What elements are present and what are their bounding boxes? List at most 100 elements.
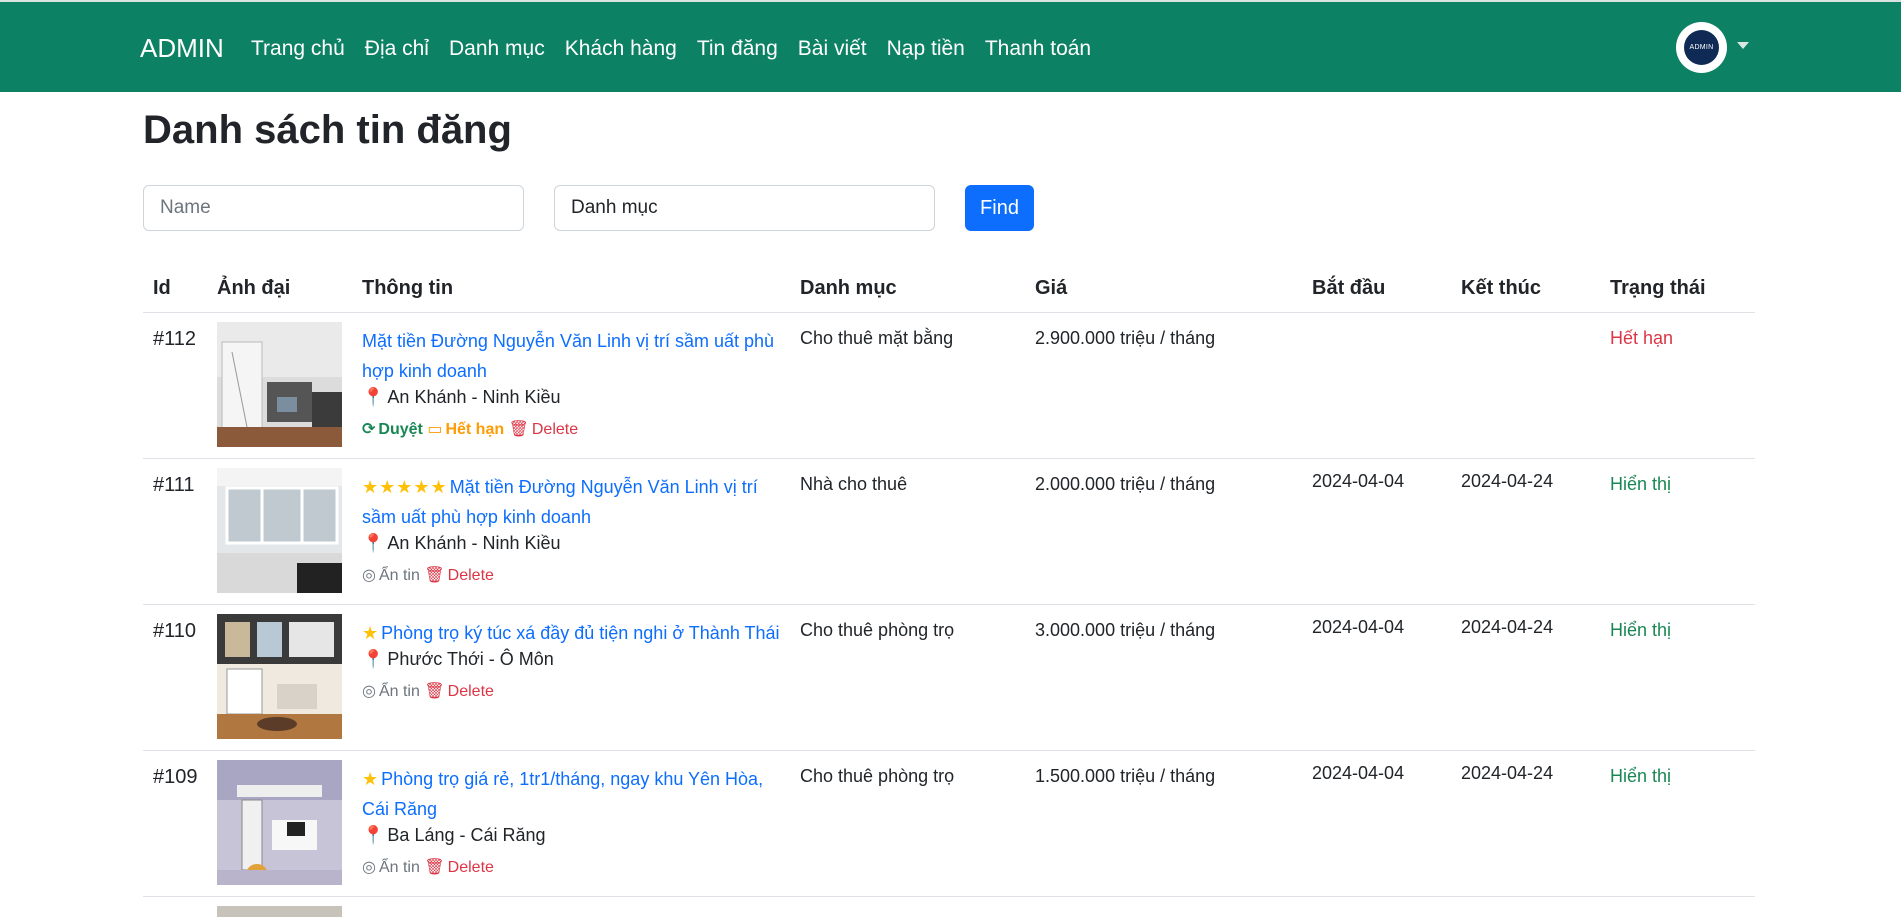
listing-title-link[interactable]: ★ Phòng trọ giá rẻ, 1tr1/tháng, ngay khu … [362,764,792,824]
row-end-date: 2024-04-24 [1461,617,1554,637]
nav-item-trang-chu[interactable]: Trang chủ [251,37,345,61]
col-header-image: Ảnh đại [217,277,291,299]
row-price: 3.000.000 triệu / tháng [1035,620,1216,640]
listing-thumbnail[interactable] [217,468,342,593]
row-id: #111 [153,474,195,496]
status-badge: Hiển thị [1610,474,1672,494]
listing-title-link[interactable]: ★★★★★ Mặt tiền Đường Nguyễn Văn Linh vị t… [362,472,792,532]
table-row: #110 ★ Phòng trọ ký túc xá đầy đủ tiện ng… [143,605,1755,751]
row-price: 1.500.000 triệu / tháng [1035,766,1216,786]
trash-icon: 🗑 [508,421,529,438]
trash-icon: 🗑 [424,859,445,876]
row-end-date: 2024-04-24 [1461,763,1554,783]
eye-slash-icon: ◎ [362,683,376,700]
listing-location: 📍 Ba Láng - Cái Răng [362,825,546,845]
credit-card-icon: ▭ [427,421,443,438]
map-marker-icon: 📍 [362,825,385,845]
listing-title-link[interactable]: ★ Phòng trọ ký túc xá đầy đủ tiện nghi ở … [362,618,792,648]
nav-item-khach-hang[interactable]: Khách hàng [565,37,677,61]
approve-button[interactable]: ⟳ Duyệt [362,421,423,438]
trash-icon: 🗑 [424,683,445,700]
status-badge: Hết hạn [1610,328,1674,348]
delete-button[interactable]: 🗑 Delete [424,859,494,876]
star-rating-icon: ★ [362,769,380,789]
star-rating-icon: ★ [362,623,380,643]
avatar-logo: ADMIN [1684,30,1719,65]
top-navbar: ADMIN Trang chủ Địa chỉ Danh mục Khách h… [0,0,1901,92]
eye-slash-icon: ◎ [362,859,376,876]
nav-item-bai-viet[interactable]: Bài viết [798,37,867,61]
category-input-value: Danh mục [571,197,658,218]
hide-button[interactable]: ◎ Ẩn tin [362,567,420,584]
find-button[interactable]: Find [965,185,1034,231]
row-category: Cho thuê phòng trọ [800,766,955,786]
row-actions: ⟳ Duyệt ▭ Hết hạn 🗑 Delete [362,419,792,439]
listing-location: 📍 An Khánh - Ninh Kiều [362,387,561,407]
name-search-input[interactable] [143,185,524,231]
table-row: #111 ★★★★★ Mặt tiền Đường Nguyễn Văn Linh… [143,459,1755,605]
listing-thumbnail[interactable] [217,322,342,447]
listing-thumbnail[interactable] [217,614,342,739]
eye-slash-icon: ◎ [362,567,376,584]
chevron-down-icon[interactable] [1737,42,1749,49]
delete-button[interactable]: 🗑 Delete [424,567,494,584]
col-header-id: Id [153,277,171,299]
delete-button[interactable]: 🗑 Delete [509,421,579,438]
row-start-date: 2024-04-04 [1312,763,1405,783]
col-header-end: Kết thúc [1461,277,1541,299]
col-header-start: Bắt đầu [1312,277,1386,299]
expire-button[interactable]: ▭ Hết hạn [427,421,504,438]
row-id: #112 [153,328,197,350]
star-rating-icon: ★★★★★ [362,477,448,497]
col-header-category: Danh mục [800,277,897,299]
table-row: #112 Mặt tiền Đường Nguyễn Văn Linh vị t… [143,313,1755,459]
row-price: 2.000.000 triệu / tháng [1035,474,1216,494]
row-end-date: 2024-04-24 [1461,471,1554,491]
listings-table: Id Ảnh đại Thông tin Danh mục Giá Bắt đầ… [143,268,1755,917]
row-actions: ◎ Ẩn tin 🗑 Delete [362,681,792,701]
user-avatar[interactable]: ADMIN [1676,22,1727,73]
listing-info: ★ Phòng trọ giá rẻ, 1tr1/tháng, ngay khu … [362,764,792,877]
refresh-icon: ⟳ [362,421,376,438]
table-row-partial [143,897,1755,917]
row-id: #110 [153,620,197,642]
row-actions: ◎ Ẩn tin 🗑 Delete [362,565,792,585]
row-id: #109 [153,766,198,788]
row-category: Cho thuê mặt bằng [800,328,954,348]
row-category: Cho thuê phòng trọ [800,620,955,640]
listing-title-link[interactable]: Mặt tiền Đường Nguyễn Văn Linh vị trí sầ… [362,326,792,386]
main-nav: Trang chủ Địa chỉ Danh mục Khách hàng Ti… [251,37,1111,61]
trash-icon: 🗑 [424,567,445,584]
table-header: Id Ảnh đại Thông tin Danh mục Giá Bắt đầ… [143,268,1755,313]
listing-info: ★★★★★ Mặt tiền Đường Nguyễn Văn Linh vị t… [362,472,792,585]
nav-item-tin-dang[interactable]: Tin đăng [697,37,778,61]
row-start-date: 2024-04-04 [1312,471,1405,491]
listing-thumbnail[interactable] [217,760,342,885]
nav-item-dia-chi[interactable]: Địa chỉ [365,37,429,61]
map-marker-icon: 📍 [362,649,385,669]
category-input[interactable]: Danh mục [554,185,935,231]
delete-button[interactable]: 🗑 Delete [424,683,494,700]
row-category: Nhà cho thuê [800,474,908,494]
hide-button[interactable]: ◎ Ẩn tin [362,683,420,700]
table-row: #109 ★ Phòng trọ giá rẻ, 1tr1/tháng, ngay… [143,751,1755,897]
row-price: 2.900.000 triệu / tháng [1035,328,1216,348]
listing-location: 📍 Phước Thới - Ô Môn [362,649,554,669]
row-actions: ◎ Ẩn tin 🗑 Delete [362,857,792,877]
col-header-status: Trạng thái [1610,277,1706,299]
listing-info: Mặt tiền Đường Nguyễn Văn Linh vị trí sầ… [362,326,792,439]
nav-item-nap-tien[interactable]: Nạp tiền [887,37,965,61]
status-badge: Hiển thị [1610,620,1672,640]
row-start-date: 2024-04-04 [1312,617,1405,637]
hide-button[interactable]: ◎ Ẩn tin [362,859,420,876]
status-badge: Hiển thị [1610,766,1672,786]
nav-item-danh-muc[interactable]: Danh mục [449,37,545,61]
col-header-price: Giá [1035,277,1068,299]
map-marker-icon: 📍 [362,387,385,407]
col-header-info: Thông tin [362,277,454,299]
nav-item-thanh-toan[interactable]: Thanh toán [985,37,1091,61]
page-title: Danh sách tin đăng [143,108,512,152]
listing-info: ★ Phòng trọ ký túc xá đầy đủ tiện nghi ở … [362,618,792,701]
listing-location: 📍 An Khánh - Ninh Kiều [362,533,561,553]
brand-logo[interactable]: ADMIN [140,33,224,64]
